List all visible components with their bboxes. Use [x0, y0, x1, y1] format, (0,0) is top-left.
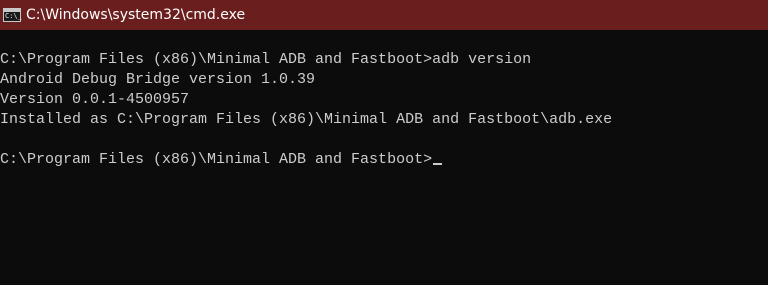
title-bar[interactable]: C:\_ C:\Windows\system32\cmd.exe — [0, 0, 768, 30]
console-line-prompt[interactable]: C:\Program Files (x86)\Minimal ADB and F… — [0, 150, 768, 170]
console-line-install-path-text: Installed as C:\Program Files (x86)\Mini… — [0, 111, 613, 128]
console-line-build-version: Version 0.0.1-4500957 — [0, 90, 768, 110]
console-line-build-version-text: Version 0.0.1-4500957 — [0, 91, 190, 108]
console-line-adb-version-text: Android Debug Bridge version 1.0.39 — [0, 71, 316, 88]
window-title: C:\Windows\system32\cmd.exe — [26, 7, 246, 23]
cmd-window: C:\_ C:\Windows\system32\cmd.exe C:\Prog… — [0, 0, 768, 285]
text-cursor — [433, 163, 443, 165]
command-prompt-icon[interactable]: C:\_ — [3, 8, 22, 22]
console-output[interactable]: C:\Program Files (x86)\Minimal ADB and F… — [0, 50, 768, 285]
console-line-adb-version: Android Debug Bridge version 1.0.39 — [0, 70, 768, 90]
console-line-install-path: Installed as C:\Program Files (x86)\Mini… — [0, 110, 768, 130]
console-line-command: C:\Program Files (x86)\Minimal ADB and F… — [0, 50, 768, 70]
console-prompt-text: C:\Program Files (x86)\Minimal ADB and F… — [0, 151, 433, 168]
icon-prompt-glyph: C:\_ — [5, 12, 22, 20]
console-line-command-text: C:\Program Files (x86)\Minimal ADB and F… — [0, 51, 532, 68]
